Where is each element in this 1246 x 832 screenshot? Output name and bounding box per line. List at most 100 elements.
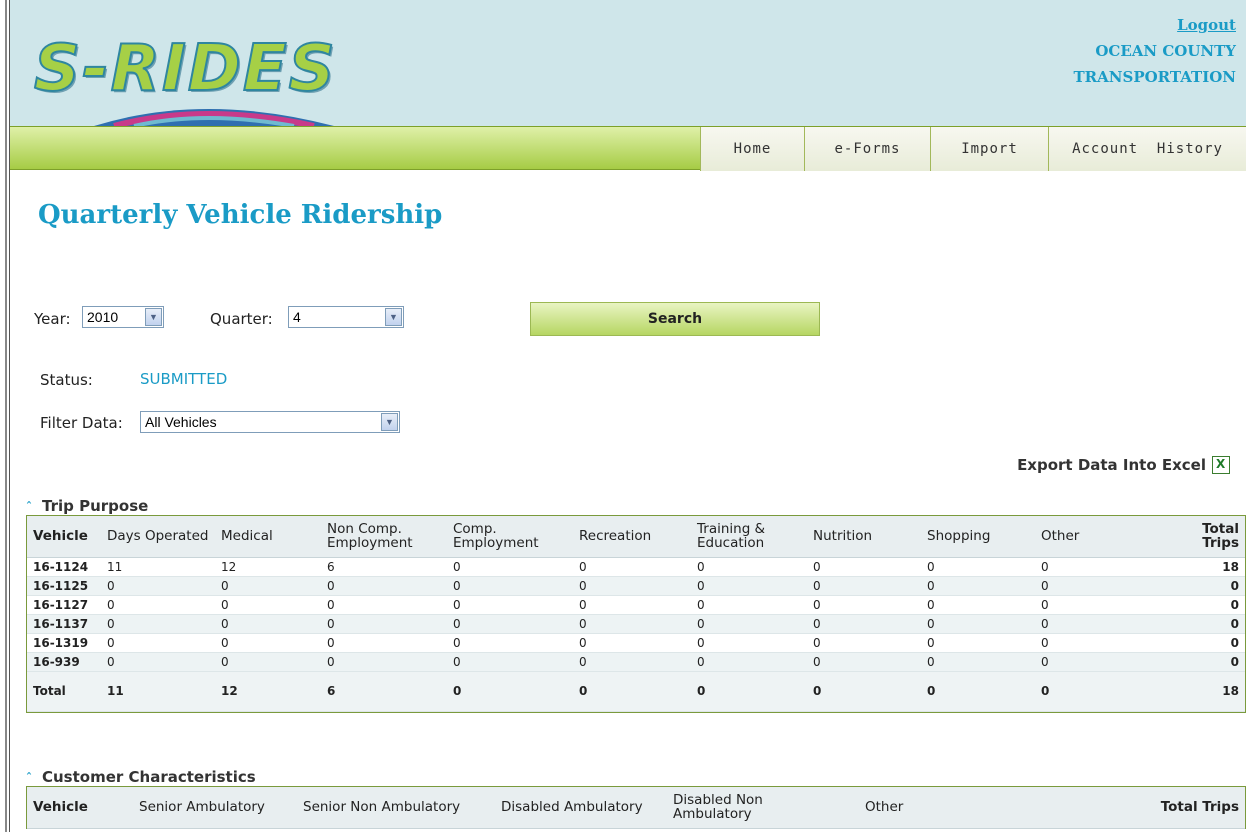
table-cell: 0 (921, 652, 1035, 672)
table-cell: 0 (691, 576, 807, 596)
table-cell: 0 (215, 614, 321, 634)
table-cell: 0 (101, 576, 215, 596)
col-header: Disabled Ambulatory (481, 787, 667, 829)
table-cell: 0 (215, 576, 321, 596)
srides-logo: S-RIDES (33, 31, 354, 126)
col-header: Medical (215, 516, 321, 558)
customer-characteristics-title: Customer Characteristics (42, 768, 256, 786)
trip-purpose-table: Vehicle Days Operated Medical Non Comp. … (26, 515, 1246, 713)
table-cell: 0 (807, 652, 921, 672)
col-header: Disabled Non Ambulatory (667, 787, 851, 829)
chevron-down-icon: ▼ (381, 413, 398, 431)
export-excel-link[interactable]: Export Data Into Excel (1017, 456, 1230, 474)
table-header-row: Vehicle Senior Ambulatory Senior Non Amb… (27, 787, 1245, 829)
table-cell: 0 (691, 557, 807, 577)
table-cell: 0 (101, 595, 215, 615)
quarter-select[interactable]: 4 ▼ (288, 306, 404, 328)
total-cell: 0 (447, 670, 573, 712)
table-cell: 12 (215, 557, 321, 577)
table-cell: 0 (321, 614, 447, 634)
customer-characteristics-table: Vehicle Senior Ambulatory Senior Non Amb… (26, 786, 1246, 829)
filter-data-label: Filter Data: (40, 414, 123, 432)
excel-icon (1212, 456, 1230, 474)
table-row: 16-1125 0 0 0 0 0 0 0 0 0 0 (27, 576, 1245, 596)
chevron-down-icon: ▼ (145, 308, 162, 326)
filter-data-value: All Vehicles (145, 414, 217, 430)
table-row: 16-1124 11 12 6 0 0 0 0 0 0 18 (27, 557, 1245, 577)
table-cell: 0 (807, 614, 921, 634)
table-cell: 0 (447, 595, 573, 615)
table-cell: 0 (1035, 633, 1165, 653)
logout-link[interactable]: Logout (1074, 12, 1236, 38)
table-cell: 0 (691, 614, 807, 634)
col-header: Total Trips (1165, 516, 1245, 558)
status-value: SUBMITTED (140, 370, 228, 388)
total-cell: 11 (101, 670, 215, 712)
year-select[interactable]: 2010 ▼ (82, 306, 164, 328)
table-cell: 0 (1035, 614, 1165, 634)
filter-data-select[interactable]: All Vehicles ▼ (140, 411, 400, 433)
total-trips-cell: 18 (1165, 557, 1245, 577)
nav-eforms[interactable]: e-Forms (804, 127, 930, 171)
collapse-chevron-icon: ˆ (26, 771, 32, 785)
table-cell: 0 (447, 614, 573, 634)
table-cell: 0 (807, 557, 921, 577)
table-header-row: Vehicle Days Operated Medical Non Comp. … (27, 516, 1245, 558)
col-header: Training & Education (691, 516, 807, 558)
table-cell: 0 (921, 614, 1035, 634)
table-row: 16-1137 0 0 0 0 0 0 0 0 0 0 (27, 614, 1245, 634)
nav-home[interactable]: Home (700, 127, 804, 171)
table-cell: 0 (447, 633, 573, 653)
table-row: 16-1127 0 0 0 0 0 0 0 0 0 0 (27, 595, 1245, 615)
table-cell: 0 (573, 614, 691, 634)
export-excel-label: Export Data Into Excel (1017, 456, 1206, 474)
vehicle-id-cell: 16-1127 (27, 595, 101, 615)
search-button[interactable]: Search (530, 302, 820, 336)
customer-characteristics-toggle[interactable]: ˆ Customer Characteristics (26, 768, 256, 786)
total-trips-cell: 0 (1165, 614, 1245, 634)
table-cell: 0 (691, 633, 807, 653)
logo-text: S-RIDES (33, 31, 337, 107)
total-cell: Total (27, 670, 101, 712)
org-name-line1: OCEAN COUNTY (1095, 42, 1236, 60)
table-cell: 0 (921, 557, 1035, 577)
table-cell: 0 (215, 633, 321, 653)
col-header: Senior Ambulatory (117, 787, 297, 829)
table-cell: 0 (921, 595, 1035, 615)
header-account: Logout OCEAN COUNTY TRANSPORTATION (1074, 12, 1236, 90)
table-cell: 0 (321, 633, 447, 653)
table-cell: 0 (807, 595, 921, 615)
col-header: Total Trips (1005, 787, 1245, 829)
total-cell: 0 (691, 670, 807, 712)
table-cell: 0 (807, 576, 921, 596)
quarter-select-value: 4 (293, 309, 301, 325)
table-cell: 0 (573, 633, 691, 653)
col-header: Other (1035, 516, 1165, 558)
table-cell: 6 (321, 557, 447, 577)
table-row: 16-1319 0 0 0 0 0 0 0 0 0 0 (27, 633, 1245, 653)
table-cell: 0 (101, 614, 215, 634)
total-cell: 0 (807, 670, 921, 712)
table-cell: 0 (807, 633, 921, 653)
collapse-chevron-icon: ˆ (26, 500, 32, 514)
table-cell: 11 (101, 557, 215, 577)
table-cell: 0 (691, 652, 807, 672)
table-cell: 0 (573, 576, 691, 596)
site-header: S-RIDES Logout OCEAN COUNTY TRANSPORTATI… (10, 0, 1246, 126)
nav-import[interactable]: Import (930, 127, 1048, 171)
main-nav: Home e-Forms Import Account History (10, 126, 1246, 171)
col-header: Comp. Employment (447, 516, 573, 558)
vehicle-id-cell: 16-1137 (27, 614, 101, 634)
table-cell: 0 (921, 576, 1035, 596)
table-cell: 0 (691, 595, 807, 615)
trip-purpose-toggle[interactable]: ˆ Trip Purpose (26, 497, 148, 515)
table-row: 16-939 0 0 0 0 0 0 0 0 0 0 (27, 652, 1245, 672)
total-trips-cell: 0 (1165, 633, 1245, 653)
year-select-value: 2010 (87, 309, 119, 325)
total-cell: 6 (321, 670, 447, 712)
table-total-row: Total 11 12 6 0 0 0 0 0 0 18 (27, 670, 1245, 712)
chevron-down-icon: ▼ (385, 308, 402, 326)
nav-account-history[interactable]: Account History (1048, 127, 1246, 171)
trip-purpose-title: Trip Purpose (42, 497, 149, 515)
table-cell: 0 (1035, 557, 1165, 577)
